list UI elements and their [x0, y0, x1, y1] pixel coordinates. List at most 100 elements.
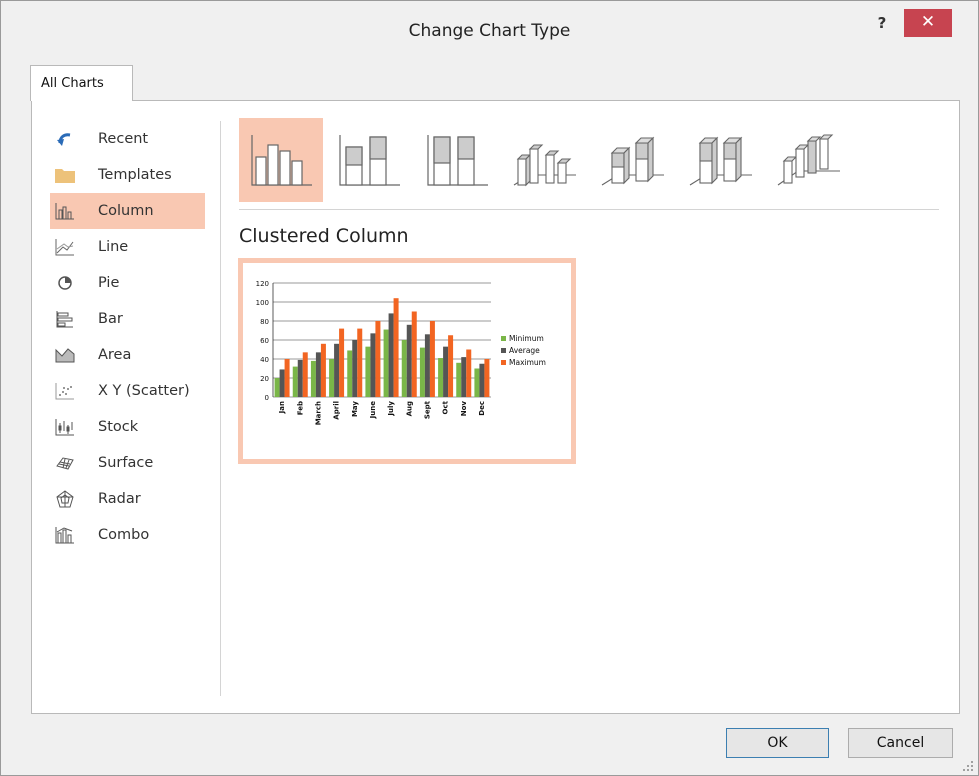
recent-icon [54, 128, 76, 150]
x-tick-label: April [333, 401, 341, 420]
legend-label: Average [509, 346, 540, 355]
bar [347, 350, 353, 397]
category-label: Area [98, 347, 132, 363]
bar [411, 311, 417, 397]
surface-chart-icon [54, 452, 76, 474]
category-pie[interactable]: Pie [50, 265, 205, 301]
subtype-100-stacked-column-button[interactable] [415, 118, 499, 202]
cancel-button[interactable]: Cancel [848, 728, 953, 758]
bar [484, 359, 490, 397]
category-label: Stock [98, 419, 139, 435]
x-tick-label: Jan [278, 401, 286, 414]
category-label: Combo [98, 527, 150, 543]
legend-swatch [501, 360, 506, 365]
x-tick-label: March [314, 401, 322, 425]
bar [461, 357, 467, 397]
category-bar[interactable]: Bar [50, 301, 205, 337]
x-tick-label: Aug [405, 401, 413, 416]
category-label: Line [98, 239, 129, 255]
bar [357, 328, 363, 397]
bar [365, 346, 371, 397]
bar [474, 368, 480, 397]
bar [302, 352, 308, 397]
x-tick-label: Oct [442, 400, 450, 414]
category-templates[interactable]: Templates [50, 157, 205, 193]
chart-preview[interactable]: 120 100 80 60 40 20 0 Jan Feb March April May June Ju… [238, 258, 576, 464]
x-tick-label: May [351, 401, 359, 417]
y-tick-label: 20 [260, 375, 269, 383]
dialog-title: Change Chart Type [408, 21, 571, 41]
stacked-column-icon [339, 135, 400, 186]
category-label: X Y (Scatter) [98, 383, 190, 399]
bar [456, 362, 462, 397]
bar [479, 363, 485, 397]
y-tick-label: 0 [265, 394, 269, 402]
bar [406, 324, 412, 397]
category-column[interactable]: Column [50, 193, 205, 229]
category-label: Pie [98, 275, 120, 291]
bar [334, 343, 340, 397]
bar [393, 298, 399, 397]
category-recent[interactable]: Recent [50, 121, 205, 157]
x-tick-label: Dec [478, 401, 486, 416]
subtype-3d-stacked-column-button[interactable] [591, 118, 675, 202]
folder-icon [54, 164, 76, 186]
category-combo[interactable]: Combo [50, 517, 205, 553]
line-chart-icon [54, 236, 76, 258]
category-label: Radar [98, 491, 141, 507]
bar [352, 340, 358, 397]
bar [315, 352, 321, 397]
subtype-3d-column-button[interactable] [767, 118, 851, 202]
close-button[interactable]: ✕ [904, 9, 952, 37]
y-tick-label: 120 [256, 280, 269, 288]
x-tick-label: June [369, 401, 377, 420]
bar [329, 359, 335, 397]
category-area[interactable]: Area [50, 337, 205, 373]
bar [320, 343, 326, 397]
3d-column-icon [777, 134, 840, 186]
y-tick-label: 80 [260, 318, 269, 326]
legend-label: Minimum [509, 334, 544, 343]
resize-grip-icon[interactable] [961, 759, 975, 773]
scatter-chart-icon [54, 380, 76, 402]
bar [388, 313, 394, 397]
3d-clustered-column-icon [513, 144, 576, 187]
category-divider [220, 121, 221, 696]
bar [429, 321, 435, 397]
bar [466, 349, 472, 397]
subtype-stacked-column-button[interactable] [327, 118, 411, 202]
x-tick-label: Sept [423, 400, 431, 419]
clustered-column-icon [251, 135, 312, 186]
tab-all-charts[interactable]: All Charts [30, 65, 133, 101]
category-stock[interactable]: Stock [50, 409, 205, 445]
area-chart-icon [54, 344, 76, 366]
bar [401, 340, 407, 397]
main-panel: Recent Templates Column Line Pie Bar Are… [31, 100, 960, 714]
subtype-3d-100-stacked-column-button[interactable] [679, 118, 763, 202]
subtype-3d-clustered-column-button[interactable] [503, 118, 587, 202]
help-button[interactable]: ? [867, 11, 897, 37]
change-chart-type-dialog: Change Chart Type ? ✕ All Charts Recent … [0, 0, 979, 776]
x-tick-label: Nov [460, 401, 468, 417]
pie-chart-icon [54, 272, 76, 294]
category-label: Column [98, 203, 154, 219]
bar [274, 378, 280, 397]
category-surface[interactable]: Surface [50, 445, 205, 481]
bar [279, 369, 285, 397]
bar [284, 359, 290, 397]
category-xy-scatter[interactable]: X Y (Scatter) [50, 373, 205, 409]
ok-button[interactable]: OK [726, 728, 829, 758]
preview-chart: 120 100 80 60 40 20 0 Jan Feb March April May June Ju… [256, 280, 546, 425]
y-tick-label: 60 [260, 337, 269, 345]
category-radar[interactable]: Radar [50, 481, 205, 517]
100-stacked-column-icon [427, 135, 488, 186]
subtype-clustered-column-button[interactable] [239, 118, 323, 202]
category-label: Bar [98, 311, 123, 327]
bar [383, 329, 389, 397]
combo-chart-icon [54, 524, 76, 546]
chart-category-list: Recent Templates Column Line Pie Bar Are… [50, 121, 205, 553]
category-line[interactable]: Line [50, 229, 205, 265]
bar [448, 335, 454, 397]
legend-label: Maximum [509, 358, 546, 367]
y-tick-label: 100 [256, 299, 269, 307]
